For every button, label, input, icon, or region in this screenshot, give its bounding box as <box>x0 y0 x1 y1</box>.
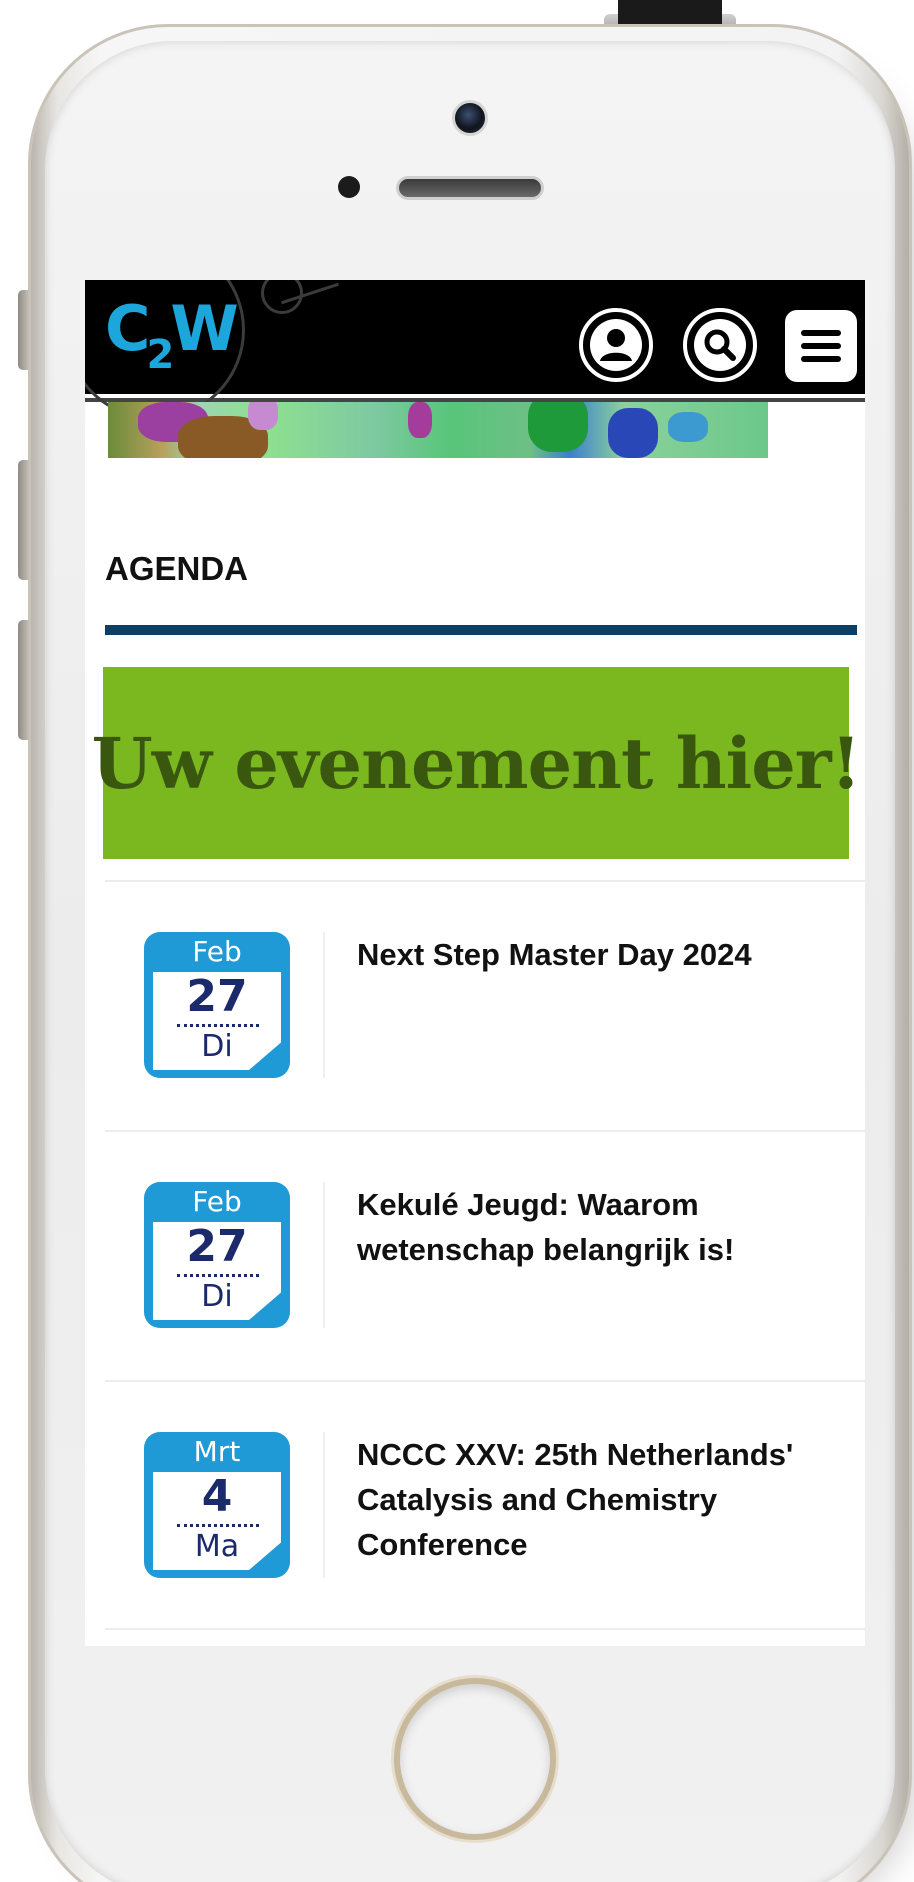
event-day: 27 <box>186 971 248 1022</box>
calendar-dots <box>177 1524 259 1527</box>
account-button[interactable] <box>579 308 653 382</box>
calendar-page: 4 Ma <box>153 1472 281 1570</box>
search-button[interactable] <box>683 308 757 382</box>
calendar-page: 27 Di <box>153 1222 281 1320</box>
c2w-logo[interactable]: C2W <box>105 298 239 379</box>
event-weekday: Di <box>201 1279 233 1314</box>
volume-down-button <box>18 620 30 740</box>
home-button[interactable] <box>394 1678 556 1840</box>
event-item[interactable]: Mrt 4 Ma NCCC XXV: 25th Netherlands' Cat… <box>105 1380 865 1630</box>
calendar-icon: Feb 27 Di <box>144 1182 290 1328</box>
event-month: Feb <box>192 935 242 968</box>
event-divider <box>323 932 325 1078</box>
event-title-link[interactable]: Next Step Master Day 2024 <box>357 932 857 977</box>
agenda-divider <box>105 625 857 635</box>
site-header: C2W <box>85 280 865 420</box>
calendar-dots <box>177 1274 259 1277</box>
event-title-link[interactable]: Kekulé Jeugd: Waarom wetenschap belangri… <box>357 1182 857 1272</box>
event-day: 27 <box>186 1221 248 1272</box>
search-icon <box>694 319 746 371</box>
promo-text: Uw evenement hier! <box>91 721 862 805</box>
front-camera <box>452 100 488 136</box>
agenda-heading: AGENDA <box>105 550 249 587</box>
calendar-dots <box>177 1024 259 1027</box>
promo-banner[interactable]: Uw evenement hier! <box>92 667 861 859</box>
calendar-page: 27 Di <box>153 972 281 1070</box>
event-item[interactable]: Feb 27 Di Next Step Master Day 2024 <box>105 880 865 1130</box>
event-weekday: Di <box>201 1029 233 1064</box>
user-icon <box>590 319 642 371</box>
menu-icon-bar <box>801 343 841 349</box>
event-item[interactable]: Feb 27 Di Kekulé Jeugd: Waarom wetenscha… <box>105 1130 865 1380</box>
logo-letter-w: W <box>170 292 238 365</box>
volume-up-button <box>18 460 30 580</box>
phone-screen: C2W AGENDA Uw evenement hier! Feb 27 Di … <box>85 280 865 1646</box>
logo-molecule-decoration <box>261 280 303 314</box>
event-month: Mrt <box>193 1435 241 1468</box>
hero-image[interactable] <box>108 402 768 458</box>
logo-subscript: 2 <box>146 332 175 378</box>
event-month: Feb <box>192 1185 242 1218</box>
menu-icon-bar <box>801 356 841 362</box>
proximity-sensor <box>338 176 360 198</box>
event-divider <box>323 1432 325 1578</box>
earpiece-speaker <box>396 176 544 200</box>
event-list: Feb 27 Di Next Step Master Day 2024 Feb … <box>105 880 865 1630</box>
event-day: 4 <box>201 1471 233 1522</box>
menu-icon <box>801 330 841 336</box>
logo-letter-c: C <box>105 292 150 365</box>
event-title-link[interactable]: NCCC XXV: 25th Netherlands' Catalysis an… <box>357 1432 857 1567</box>
calendar-icon: Mrt 4 Ma <box>144 1432 290 1578</box>
calendar-icon: Feb 27 Di <box>144 932 290 1078</box>
mute-switch <box>18 290 30 370</box>
event-weekday: Ma <box>194 1529 240 1564</box>
event-divider <box>323 1182 325 1328</box>
menu-button[interactable] <box>785 310 857 382</box>
